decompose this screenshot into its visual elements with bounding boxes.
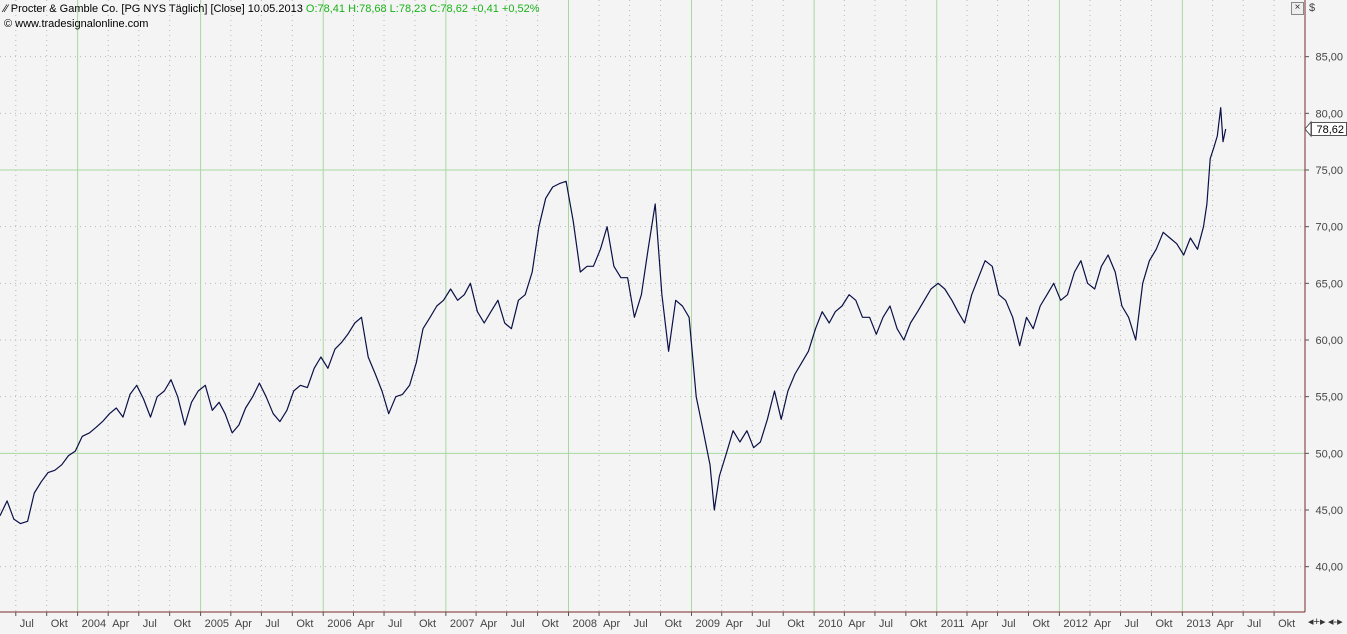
instrument-meta: [PG NYS Täglich] [Close] <box>121 3 245 15</box>
ohlc-values: O:78,41 H:78,68 L:78,23 C:78,62 +0,41 +0… <box>305 3 540 15</box>
plot-background <box>0 0 1305 612</box>
current-price-label: 78,62 <box>1311 121 1347 136</box>
x-tick-label: Okt <box>1155 618 1172 630</box>
x-tick-label: 2009 <box>695 618 719 630</box>
y-tick-label: 70,00 <box>1315 222 1343 234</box>
x-tick-label: Okt <box>1032 618 1049 630</box>
y-tick-label: 65,00 <box>1315 278 1343 290</box>
x-tick-label: 2013 <box>1186 618 1210 630</box>
x-tick-label: Apr <box>112 618 129 630</box>
x-tick-label: Apr <box>1217 618 1234 630</box>
x-tick-label: Okt <box>419 618 436 630</box>
y-tick-label: 45,00 <box>1315 505 1343 517</box>
x-tick-label: Apr <box>357 618 374 630</box>
chart-type-icon: ⁄⁄ <box>4 3 8 15</box>
source-line: © www.tradesignalonline.com <box>4 18 148 30</box>
y-tick-label: 60,00 <box>1315 335 1343 347</box>
x-tick-label: Jul <box>1002 618 1016 630</box>
header-date: 10.05.2013 <box>247 3 303 15</box>
y-axis-unit: $ <box>1309 2 1315 14</box>
x-tick-label: Jul <box>265 618 279 630</box>
x-tick-label: Jul <box>143 618 157 630</box>
x-tick-label: 2010 <box>818 618 842 630</box>
y-tick-label: 55,00 <box>1315 392 1343 404</box>
x-tick-label: Okt <box>665 618 682 630</box>
x-tick-label: Jul <box>511 618 525 630</box>
x-tick-label: Apr <box>235 618 252 630</box>
x-tick-label: 2012 <box>1063 618 1087 630</box>
y-tick-label: 85,00 <box>1315 52 1343 64</box>
x-tick-label: Okt <box>174 618 191 630</box>
instrument-name: Procter & Gamble Co. <box>10 3 119 15</box>
x-tick-label: Apr <box>1094 618 1111 630</box>
source-url: www.tradesignalonline.com <box>15 18 149 30</box>
price-chart: 40,00 45,00 50,00 55,00 60,00 65,00 70,00 75,00… <box>0 0 1347 634</box>
x-tick-label: Jul <box>756 618 770 630</box>
x-tick-label: Jul <box>1247 618 1261 630</box>
x-tick-label: Jul <box>634 618 648 630</box>
x-tick-label: Jul <box>879 618 893 630</box>
x-tick-label: Okt <box>296 618 313 630</box>
x-tick-label: Okt <box>542 618 559 630</box>
x-tick-label: 2005 <box>205 618 229 630</box>
x-tick-label: 2007 <box>450 618 474 630</box>
x-tick-label: 2004 <box>82 618 106 630</box>
x-tick-label: 2011 <box>941 618 965 630</box>
chart-canvas: 40,00 45,00 50,00 55,00 60,00 65,00 70,00 75,00… <box>0 0 1347 634</box>
x-tick-label: Apr <box>480 618 497 630</box>
y-tick-label: 80,00 <box>1315 108 1343 120</box>
zoom-out-button[interactable]: ◂-▸ <box>1328 615 1343 628</box>
y-axis-panel <box>1305 0 1347 634</box>
x-tick-label: Jul <box>1125 618 1139 630</box>
x-tick-label: 2008 <box>573 618 597 630</box>
close-chart-button[interactable]: × <box>1291 2 1304 15</box>
x-tick-label: Okt <box>51 618 68 630</box>
x-tick-label: Apr <box>848 618 865 630</box>
x-tick-label: Jul <box>20 618 34 630</box>
x-tick-label: Okt <box>787 618 804 630</box>
x-tick-label: Okt <box>1278 618 1295 630</box>
y-tick-label: 75,00 <box>1315 165 1343 177</box>
x-tick-label: Okt <box>910 618 927 630</box>
copyright-icon: © <box>4 18 13 30</box>
x-tick-label: Jul <box>388 618 402 630</box>
x-tick-label: 2006 <box>327 618 351 630</box>
chart-header: ⁄⁄ Procter & Gamble Co. [PG NYS Täglich]… <box>4 3 540 15</box>
x-tick-label: Apr <box>603 618 620 630</box>
x-axis-ticks: Jul Okt 2004 Apr Jul Okt 2005 Apr Jul Okt 2006 Apr J… <box>15 612 1295 630</box>
y-tick-label: 40,00 <box>1315 562 1343 574</box>
x-tick-label: Apr <box>971 618 988 630</box>
x-tick-label: Apr <box>726 618 743 630</box>
zoom-in-button[interactable]: ◂+▸ <box>1308 615 1325 628</box>
y-tick-label: 50,00 <box>1315 448 1343 460</box>
